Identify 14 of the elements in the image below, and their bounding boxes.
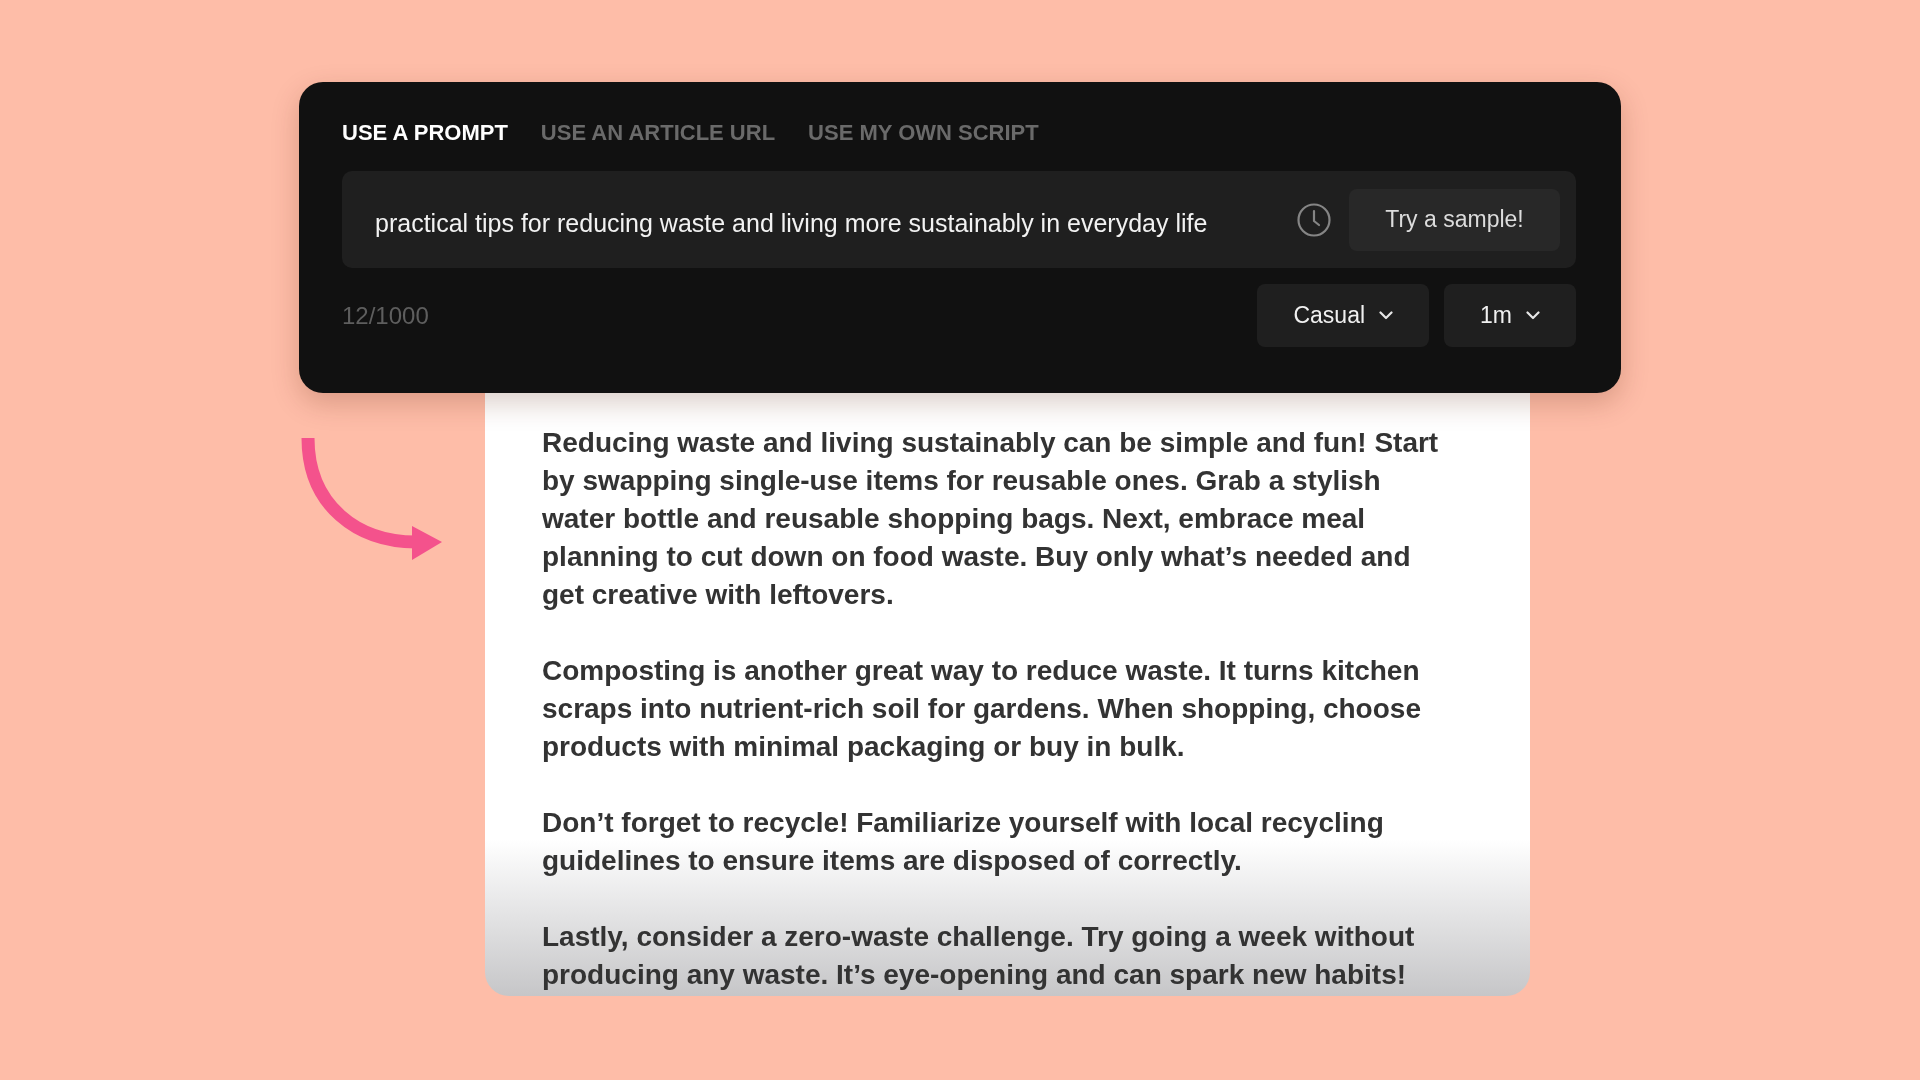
character-counter: 12/1000 — [342, 301, 429, 330]
script-paragraph: Composting is another great way to reduce waste. It turns kitchen scraps into nutrient-rich soil for gardens. When shopping, choose products with minimal packaging or buy in bulk. — [542, 654, 1422, 764]
clock-icon[interactable] — [1297, 202, 1331, 237]
tab[interactable]: USE A PROMPT — [342, 118, 508, 148]
chevron-down-icon — [1526, 311, 1540, 320]
script-paragraph: Lastly, consider a zero-waste challenge. Try going a week without producing any waste. It’s eye-opening and can spark new habits! — [542, 920, 1416, 992]
script-paragraph: Don’t forget to recycle! Familiarize yourself with local recycling guidelines to ensure items are disposed of correctly. — [542, 806, 1385, 878]
script-paragraph: Reducing waste and living sustainably can be simple and fun! Start by swapping single-use items for reusable ones. Grab a stylish water bottle and reusable shopping bags. Next, embrace meal planning to cut down on food waste. Buy only what’s needed and get creative with leftovers. — [542, 426, 1440, 612]
sample-button[interactable]: Try a sample! — [1349, 188, 1560, 251]
dropdown-button[interactable]: 1m — [1444, 284, 1576, 347]
chevron-down-icon — [1379, 311, 1394, 320]
curved-arrow-icon — [300, 438, 442, 562]
prompt-field[interactable]: practical tips for reducing waste and living more sustainably in everyday life Try a sample! — [342, 171, 1576, 268]
dropdown-button[interactable]: Casual — [1257, 284, 1430, 347]
